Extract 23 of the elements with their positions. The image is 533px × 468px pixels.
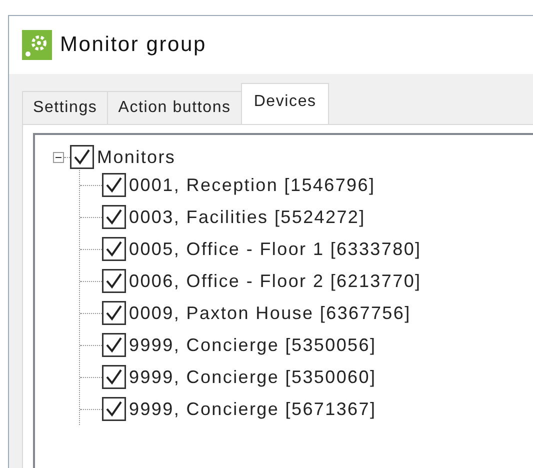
checkbox[interactable] xyxy=(102,333,126,357)
checkbox[interactable] xyxy=(102,269,126,293)
tree-item[interactable]: 0006, Office - Floor 2 [6213770] xyxy=(129,270,422,292)
checkbox[interactable] xyxy=(102,205,126,229)
collapse-icon[interactable] xyxy=(53,152,64,162)
tree-item[interactable]: 9999, Concierge [5350056] xyxy=(129,334,376,356)
checkbox[interactable] xyxy=(102,237,126,261)
tab[interactable]: Devices xyxy=(240,83,330,124)
checkbox[interactable] xyxy=(102,365,126,389)
checkbox[interactable] xyxy=(102,301,126,325)
gear-icon xyxy=(22,30,52,60)
window-title: Monitor group xyxy=(60,33,206,57)
checkbox[interactable] xyxy=(102,173,126,197)
tree-item[interactable]: 0003, Facilities [5524272] xyxy=(129,206,366,228)
checkbox[interactable] xyxy=(102,397,126,421)
tree-item[interactable]: 9999, Concierge [5350060] xyxy=(129,366,376,388)
tree-item[interactable]: 0001, Reception [1546796] xyxy=(129,174,376,196)
tree-item[interactable]: 9999, Concierge [5671367] xyxy=(129,398,376,420)
tree-item[interactable]: Monitors xyxy=(97,146,176,168)
checkbox[interactable] xyxy=(70,145,94,169)
tree-item[interactable]: 0009, Paxton House [6367756] xyxy=(129,302,411,324)
tree-item[interactable]: 0005, Office - Floor 1 [6333780] xyxy=(129,238,422,260)
tab[interactable]: Settings xyxy=(22,91,108,124)
